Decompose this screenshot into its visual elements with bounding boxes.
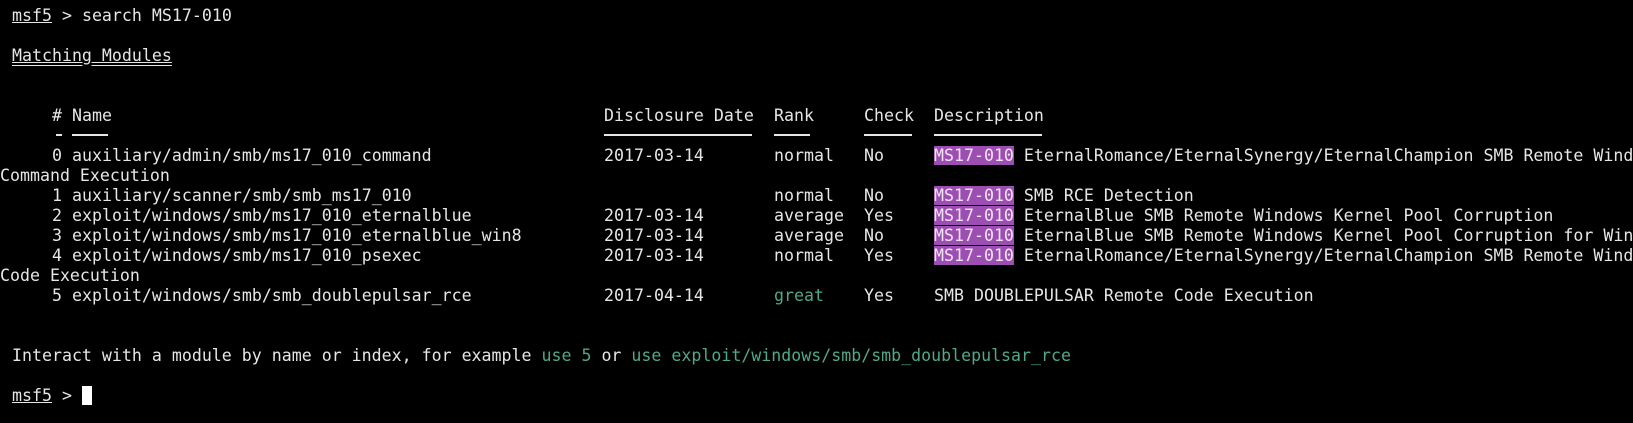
- row-check: Yes: [864, 286, 894, 305]
- row-name: auxiliary/scanner/smb/smb_ms17_010: [72, 186, 412, 205]
- prompt-separator: >: [51, 6, 82, 25]
- row-desc-text: SMB RCE Detection: [1013, 186, 1194, 205]
- row-rank: normal: [774, 246, 834, 265]
- hint-example-index: use 5: [541, 346, 592, 365]
- text-cursor[interactable]: [81, 386, 92, 405]
- row-check: Yes: [864, 246, 894, 265]
- header-name: Name: [72, 106, 112, 125]
- row-date: 2017-03-14: [604, 206, 704, 225]
- row-description: MS17-010 EternalRomance/EternalSynergy/E…: [934, 246, 1633, 266]
- row-name: exploit/windows/smb/ms17_010_psexec: [72, 246, 422, 265]
- row-name: exploit/windows/smb/ms17_010_eternalblue…: [72, 226, 522, 245]
- row-name: exploit/windows/smb/ms17_010_eternalblue: [72, 206, 472, 225]
- row-tag-highlight: MS17-010: [934, 146, 1014, 165]
- row-description: MS17-010 EternalBlue SMB Remote Windows …: [934, 206, 1553, 226]
- table-row: 2 exploit/windows/smb/ms17_010_eternalblu…: [12, 206, 1633, 226]
- row-desc-text: EternalBlue SMB Remote Windows Kernel Po…: [1013, 206, 1554, 225]
- row-date: 2017-03-14: [604, 146, 704, 165]
- row-tag-highlight: MS17-010: [934, 186, 1014, 205]
- row-description: MS17-010 SMB RCE Detection: [934, 186, 1194, 206]
- hint-line: Interact with a module by name or index,…: [12, 346, 1633, 366]
- row-rank: average: [774, 206, 844, 225]
- prompt-label: msf5: [12, 386, 52, 405]
- row-desc-wrap: Code Execution: [0, 266, 140, 285]
- table-row: 0 auxiliary/admin/smb/ms17_010_command 201…: [12, 146, 1633, 166]
- row-tag-highlight: MS17-010: [934, 246, 1014, 265]
- row-tag-highlight: MS17-010: [934, 226, 1014, 245]
- row-name: exploit/windows/smb/smb_doublepulsar_rce: [72, 286, 472, 305]
- row-num: 3: [52, 226, 62, 245]
- row-date: 2017-03-14: [604, 246, 704, 265]
- row-date: 2017-04-14: [604, 286, 704, 305]
- row-check: No: [864, 186, 884, 205]
- row-num: 0: [52, 146, 62, 165]
- section-title: Matching Modules: [12, 46, 172, 65]
- table-row: 4 exploit/windows/smb/ms17_010_psexec 2017…: [12, 246, 1633, 266]
- row-desc-text: EternalRomance/EternalSynergy/EternalCha…: [1013, 246, 1633, 265]
- row-desc-text: SMB DOUBLEPULSAR Remote Code Execution: [934, 286, 1314, 305]
- row-tag-highlight: MS17-010: [934, 206, 1014, 225]
- row-rank: great: [774, 286, 824, 305]
- section-title-line: Matching Modules: [12, 46, 1633, 66]
- row-rank: normal: [774, 186, 834, 205]
- table-row: 5 exploit/windows/smb/smb_doublepulsar_rc…: [12, 286, 1633, 306]
- row-desc-wrap: Command Execution: [0, 166, 170, 185]
- header-description: Description: [934, 106, 1044, 125]
- table-row: 1 auxiliary/scanner/smb/smb_ms17_010 norma…: [12, 186, 1633, 206]
- row-rank: normal: [774, 146, 834, 165]
- row-num: 1: [52, 186, 62, 205]
- row-num: 2: [52, 206, 62, 225]
- row-wrap-line: Code Execution: [0, 266, 1633, 286]
- table-header-rule: [12, 126, 1633, 146]
- row-description: MS17-010 EternalBlue SMB Remote Windows …: [934, 226, 1633, 246]
- prompt-separator: >: [51, 386, 82, 405]
- header-check: Check: [864, 106, 914, 125]
- row-wrap-line: Command Execution: [0, 166, 1633, 186]
- hint-prefix: Interact with a module by name or index,…: [12, 346, 542, 365]
- row-num: 5: [52, 286, 62, 305]
- table-header: # Name Disclosure Date Rank Check Description: [12, 106, 1633, 126]
- row-desc-text: EternalBlue SMB Remote Windows Kernel Po…: [1013, 226, 1633, 245]
- command-text: search MS17-010: [81, 6, 232, 25]
- header-rank: Rank: [774, 106, 814, 125]
- row-check: Yes: [864, 206, 894, 225]
- table-row: 3 exploit/windows/smb/ms17_010_eternalblu…: [12, 226, 1633, 246]
- hint-middle: or: [591, 346, 632, 365]
- row-description: SMB DOUBLEPULSAR Remote Code Execution: [934, 286, 1314, 306]
- header-num: #: [52, 106, 62, 125]
- row-description: MS17-010 EternalRomance/EternalSynergy/E…: [934, 146, 1633, 166]
- table-body: 0 auxiliary/admin/smb/ms17_010_command 201…: [0, 146, 1633, 306]
- row-desc-text: EternalRomance/EternalSynergy/EternalCha…: [1013, 146, 1633, 165]
- row-num: 4: [52, 246, 62, 265]
- row-rank: average: [774, 226, 844, 245]
- row-date: 2017-03-14: [604, 226, 704, 245]
- header-date: Disclosure Date: [604, 106, 754, 125]
- row-check: No: [864, 146, 884, 165]
- input-line[interactable]: msf5 >: [12, 386, 1633, 406]
- hint-example-name: use exploit/windows/smb/smb_doublepulsar…: [631, 346, 1071, 365]
- command-line: msf5 > search MS17-010: [12, 6, 1633, 26]
- prompt-label: msf5: [12, 6, 52, 25]
- row-name: auxiliary/admin/smb/ms17_010_command: [72, 146, 432, 165]
- terminal-window[interactable]: msf5 > search MS17-010 Matching Modules …: [0, 0, 1633, 423]
- row-check: No: [864, 226, 884, 245]
